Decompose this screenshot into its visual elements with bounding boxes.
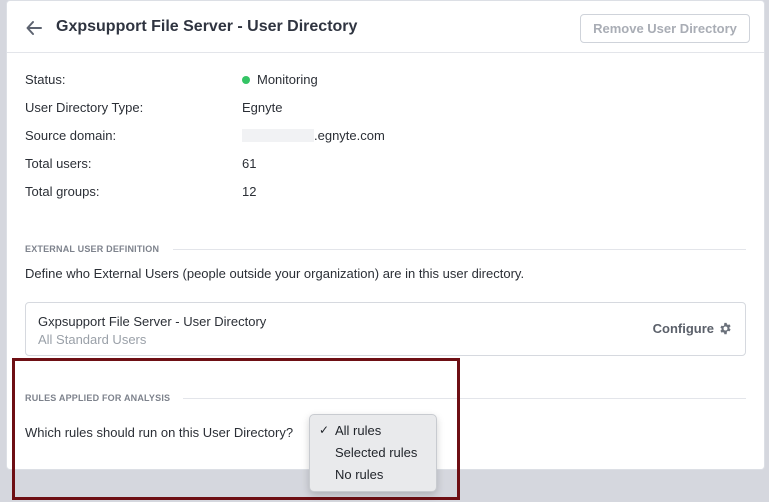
dropdown-option-no-rules[interactable]: No rules <box>310 464 436 486</box>
type-label: User Directory Type: <box>25 100 144 115</box>
option-label: No rules <box>335 467 384 482</box>
domain-label: Source domain: <box>25 128 117 143</box>
dropdown-option-all-rules[interactable]: ✓ All rules <box>310 420 436 442</box>
users-label: Total users: <box>25 156 92 171</box>
divider <box>173 249 746 250</box>
external-definition-box: Gxpsupport File Server - User Directory … <box>25 302 746 356</box>
status-dot-icon <box>242 75 250 84</box>
groups-value: 12 <box>242 184 257 199</box>
domain-text: .egnyte.com <box>314 128 385 143</box>
external-heading-text: EXTERNAL USER DEFINITION <box>25 244 160 254</box>
back-arrow-icon[interactable] <box>25 19 43 37</box>
rules-dropdown-menu: ✓ All rules Selected rules No rules <box>309 414 437 492</box>
type-value: Egnyte <box>242 100 283 115</box>
status-value: Monitoring <box>242 72 318 87</box>
divider <box>183 398 746 399</box>
checkmark-icon: ✓ <box>319 423 330 437</box>
option-label: All rules <box>335 423 382 438</box>
definition-title: Gxpsupport File Server - User Directory <box>38 314 267 329</box>
dropdown-option-selected-rules[interactable]: Selected rules <box>310 442 436 464</box>
definition-subtitle: All Standard Users <box>38 332 147 347</box>
page-title: Gxpsupport File Server - User Directory <box>56 18 358 35</box>
users-value: 61 <box>242 156 257 171</box>
remove-user-directory-button[interactable]: Remove User Directory <box>580 14 750 43</box>
groups-label: Total groups: <box>25 184 100 199</box>
status-text: Monitoring <box>257 72 318 87</box>
rules-heading-text: RULES APPLIED FOR ANALYSIS <box>25 393 171 403</box>
configure-label: Configure <box>652 321 714 336</box>
domain-value: .egnyte.com <box>242 128 385 143</box>
gear-icon <box>720 322 731 335</box>
option-label: Selected rules <box>335 445 418 460</box>
external-description: Define who External Users (people outsid… <box>25 266 525 281</box>
redacted-block <box>242 129 314 142</box>
status-label: Status: <box>25 72 66 87</box>
configure-button[interactable]: Configure <box>653 321 732 336</box>
rules-question: Which rules should run on this User Dire… <box>25 425 294 440</box>
user-directory-card: Gxpsupport File Server - User Directory … <box>6 0 765 470</box>
page-header: Gxpsupport File Server - User Directory … <box>7 1 764 53</box>
